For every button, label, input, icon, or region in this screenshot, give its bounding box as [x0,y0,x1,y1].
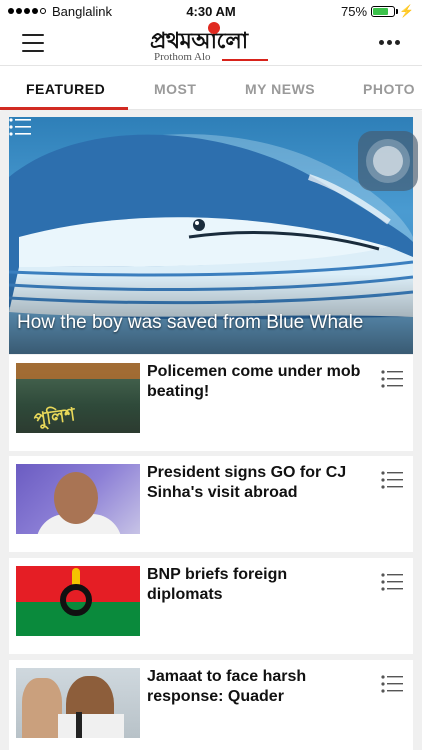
tab-my-news[interactable]: MY NEWS [245,66,315,110]
article-headline[interactable]: Policemen come under mob beating! [147,362,367,402]
article-card[interactable]: Jamaat to face harsh response: Quader [9,660,413,750]
assistive-touch-button[interactable] [358,131,418,191]
police-thumbnail: পুলিশ [16,363,140,433]
more-options-icon[interactable] [379,40,400,45]
tab-most[interactable]: MOST [154,66,196,110]
thumbnail-caption: পুলিশ [32,404,77,431]
logo-subtitle: Prothom Alo [154,51,211,63]
list-options-icon[interactable] [381,470,403,490]
list-options-icon[interactable] [381,369,403,389]
list-options-icon[interactable] [9,117,31,137]
hero-title[interactable]: How the boy was saved from Blue Whale [17,312,363,334]
article-headline[interactable]: President signs GO for CJ Sinha's visit … [147,463,367,503]
article-card[interactable]: BNP briefs foreign diplomats [9,558,413,654]
article-card[interactable]: পুলিশ Policemen come under mob beating! [9,355,413,451]
bnp-flag-thumbnail [16,566,140,636]
app-header: প্রথমআলো Prothom Alo [0,22,422,66]
carrier-info: Banglalink [8,4,112,19]
battery-info: 75% ⚡ [341,4,414,19]
list-options-icon[interactable] [381,572,403,592]
tab-featured[interactable]: FEATURED [26,66,105,110]
battery-percent: 75% [341,3,368,19]
news-feed[interactable]: How the boy was saved from Blue Whale পু… [0,111,422,750]
list-options-icon[interactable] [381,674,403,694]
article-headline[interactable]: BNP briefs foreign diplomats [147,565,367,605]
president-thumbnail [16,464,140,534]
hero-story[interactable]: How the boy was saved from Blue Whale [9,117,413,354]
category-tabs: FEATURED MOST MY NEWS PHOTO [0,66,422,110]
clock: 4:30 AM [186,3,236,19]
article-card[interactable]: President signs GO for CJ Sinha's visit … [9,456,413,552]
active-tab-indicator [0,107,128,110]
hamburger-menu-icon[interactable] [22,34,44,52]
logo-sun-icon [208,22,220,34]
battery-icon [371,5,399,17]
quader-thumbnail [16,668,140,738]
logo-underline [222,59,268,61]
signal-icon [8,8,46,14]
status-bar: Banglalink 4:30 AM 75% ⚡ [0,0,422,22]
charging-icon: ⚡ [399,4,414,18]
prothom-alo-logo: প্রথমআলো Prothom Alo [150,22,274,64]
tab-photo[interactable]: PHOTO [363,66,415,110]
carrier-name: Banglalink [52,3,112,19]
article-headline[interactable]: Jamaat to face harsh response: Quader [147,667,367,707]
